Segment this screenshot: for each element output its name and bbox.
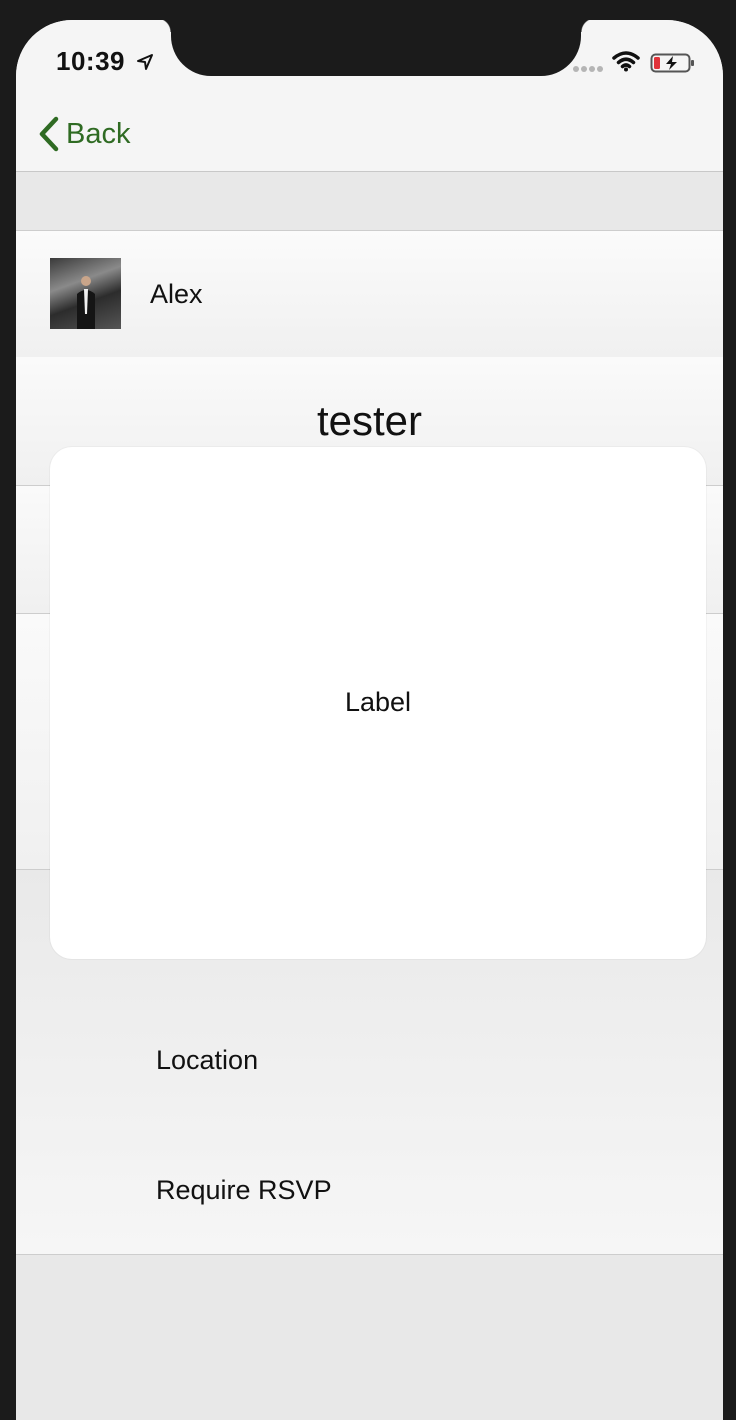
device-notch — [157, 20, 595, 76]
status-time: 10:39 — [56, 46, 125, 76]
back-button[interactable]: Back — [38, 114, 130, 154]
popup-card[interactable]: Label — [50, 447, 706, 959]
back-button-label: Back — [66, 117, 131, 150]
location-arrow-icon — [137, 54, 153, 70]
wifi-icon — [612, 51, 640, 72]
require-rsvp-label[interactable]: Require RSVP — [156, 1175, 332, 1206]
popup-label: Label — [344, 687, 412, 717]
chevron-left-icon — [39, 116, 59, 152]
avatar — [50, 258, 121, 329]
event-title: tester — [316, 397, 423, 444]
screen: 10:39 Back Alex tester Location Require … — [16, 20, 723, 1420]
host-name: Alex — [150, 279, 203, 309]
person-photo — [77, 276, 95, 329]
host-row[interactable]: Alex — [16, 230, 723, 358]
location-label[interactable]: Location — [156, 1045, 258, 1076]
battery-charging-icon — [650, 53, 694, 73]
signal-dots-icon — [573, 66, 603, 72]
navigation-bar: Back — [16, 100, 723, 172]
